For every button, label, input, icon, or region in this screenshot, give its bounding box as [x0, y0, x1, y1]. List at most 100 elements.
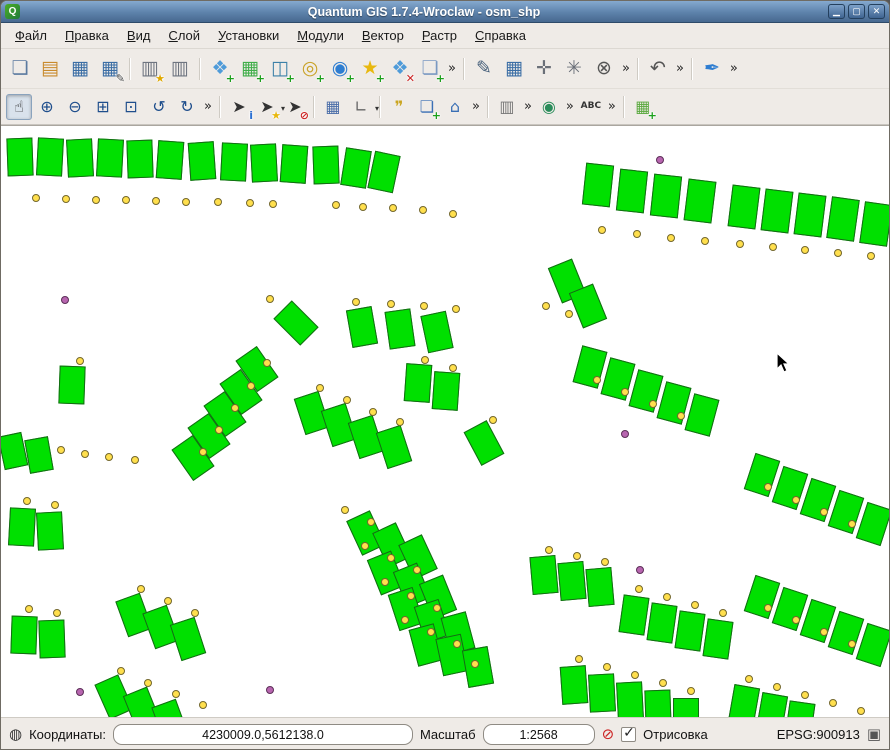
minimize-button[interactable]: ▁: [828, 4, 845, 19]
toolbar-overflow-chevron[interactable]: »: [727, 61, 741, 76]
zoom-next-button[interactable]: ↻: [174, 94, 200, 120]
point-feature: [269, 200, 277, 208]
point-feature: [407, 592, 415, 600]
labeling-icon: ABC: [581, 102, 601, 111]
point-feature: [23, 497, 31, 505]
add-postgis-layer-button[interactable]: ◫+: [266, 55, 294, 83]
select-features-button[interactable]: ➤★▾: [254, 94, 280, 120]
identify-features-icon: ➤: [232, 99, 245, 115]
remove-layer-button[interactable]: ❖✕: [386, 55, 414, 83]
new-print-composer-button[interactable]: ▥★: [136, 55, 164, 83]
plugin-tool-button[interactable]: ✒: [698, 55, 726, 83]
new-shapefile-layer-button[interactable]: ★+: [356, 55, 384, 83]
zoom-last-icon: ↺: [152, 99, 165, 115]
close-button[interactable]: ✕: [868, 4, 885, 19]
point-feature: [659, 679, 667, 687]
menu-vector[interactable]: Вектор: [354, 24, 412, 47]
point-feature: [427, 628, 435, 636]
add-delimited-text-layer-button[interactable]: ❏+: [416, 55, 444, 83]
zoom-out-button[interactable]: ⊖: [62, 94, 88, 120]
labeling-button[interactable]: ABC: [578, 94, 604, 120]
maximize-button[interactable]: ▢: [848, 4, 865, 19]
toggle-editing-button[interactable]: ✎: [470, 55, 498, 83]
diagram-overlay-button[interactable]: ▥: [494, 94, 520, 120]
add-raster-layer-button[interactable]: ▦+: [236, 55, 264, 83]
zoom-full-button[interactable]: ⊞: [90, 94, 116, 120]
move-feature-button[interactable]: ✛: [530, 55, 558, 83]
menu-view[interactable]: Вид: [119, 24, 159, 47]
deselect-features-button[interactable]: ➤⊘: [282, 94, 308, 120]
building-feature: [432, 371, 461, 411]
save-project-button[interactable]: ▦: [66, 55, 94, 83]
render-checkbox[interactable]: ✓: [621, 727, 636, 742]
open-project-button[interactable]: ▤: [36, 55, 64, 83]
delete-selected-button[interactable]: ⊗: [590, 55, 618, 83]
add-vector-layer-badge-icon: +: [226, 72, 235, 85]
window-controls: ▁▢✕: [828, 4, 885, 19]
toolbar-overflow-chevron[interactable]: »: [619, 61, 633, 76]
point-feature: [401, 616, 409, 624]
point-feature: [769, 243, 777, 251]
menu-edit[interactable]: Правка: [57, 24, 117, 47]
save-project-as-button[interactable]: ▦✎: [96, 55, 124, 83]
toolbar-separator: [379, 96, 381, 118]
zoom-last-button[interactable]: ↺: [146, 94, 172, 120]
map-canvas[interactable]: [1, 125, 889, 717]
building-feature: [859, 201, 889, 246]
menu-plugins[interactable]: Модули: [289, 24, 352, 47]
toolbar-overflow-chevron[interactable]: »: [605, 99, 619, 114]
add-to-overview-button[interactable]: ▦+: [630, 94, 656, 120]
projection-status-icon[interactable]: ▣: [867, 727, 881, 742]
toolbar-overflow-chevron[interactable]: »: [563, 99, 577, 114]
map-tips-button[interactable]: ❞: [386, 94, 412, 120]
building-feature: [188, 141, 217, 181]
menu-help[interactable]: Справка: [467, 24, 534, 47]
save-edits-button[interactable]: ▦: [500, 55, 528, 83]
building-feature: [646, 602, 677, 643]
identify-features-button[interactable]: ➤i: [226, 94, 252, 120]
coordinate-capture-icon[interactable]: ◍: [9, 727, 22, 742]
open-attribute-table-button[interactable]: ▦: [320, 94, 346, 120]
open-project-icon: ▤: [41, 59, 59, 78]
show-bookmarks-button[interactable]: ⌂: [442, 94, 468, 120]
toolbar-overflow-chevron[interactable]: »: [445, 61, 459, 76]
add-vector-layer-button[interactable]: ❖+: [206, 55, 234, 83]
building-feature: [582, 163, 614, 208]
menu-raster[interactable]: Растр: [414, 24, 465, 47]
titlebar[interactable]: Q Quantum GIS 1.7.4-Wroclaw - osm_shp ▁▢…: [1, 1, 889, 23]
menu-file[interactable]: Файл: [7, 24, 55, 47]
zoom-full-icon: ⊞: [96, 99, 109, 115]
point-feature: [352, 298, 360, 306]
zoom-in-button[interactable]: ⊕: [34, 94, 60, 120]
menu-layer[interactable]: Слой: [160, 24, 208, 47]
add-wfs-layer-button[interactable]: ◉+: [326, 55, 354, 83]
new-print-composer-badge-icon: ★: [155, 72, 165, 85]
pan-map-button[interactable]: ☝: [6, 94, 32, 120]
building-feature: [312, 146, 339, 185]
point-feature: [191, 609, 199, 617]
node-tool-button[interactable]: ✳: [560, 55, 588, 83]
measure-line-icon: ∟: [354, 99, 367, 115]
globe-tool-button[interactable]: ◉: [536, 94, 562, 120]
point-feature: [51, 501, 59, 509]
zoom-to-selection-button[interactable]: ⊡: [118, 94, 144, 120]
new-project-button[interactable]: ❏: [6, 55, 34, 83]
coordinates-input[interactable]: [113, 724, 413, 745]
point-feature: [367, 518, 375, 526]
add-spatialite-layer-button[interactable]: ◎+: [296, 55, 324, 83]
measure-line-button[interactable]: ∟▾: [348, 94, 374, 120]
print-button[interactable]: ▥: [166, 55, 194, 83]
point-feature: [701, 237, 709, 245]
undo-button[interactable]: ↶: [644, 55, 672, 83]
menu-settings[interactable]: Установки: [210, 24, 287, 47]
stop-rendering-icon[interactable]: ⊘: [602, 727, 615, 742]
building-feature: [728, 184, 761, 229]
toolbar-overflow-chevron[interactable]: »: [469, 99, 483, 114]
toolbar-overflow-chevron[interactable]: »: [673, 61, 687, 76]
chevron-down-icon[interactable]: ▾: [375, 104, 379, 113]
toolbar-overflow-chevron[interactable]: »: [201, 99, 215, 114]
scale-input[interactable]: [483, 724, 595, 745]
toolbar-overflow-chevron[interactable]: »: [521, 99, 535, 114]
point-feature: [164, 597, 172, 605]
new-bookmark-button[interactable]: ❏+: [414, 94, 440, 120]
